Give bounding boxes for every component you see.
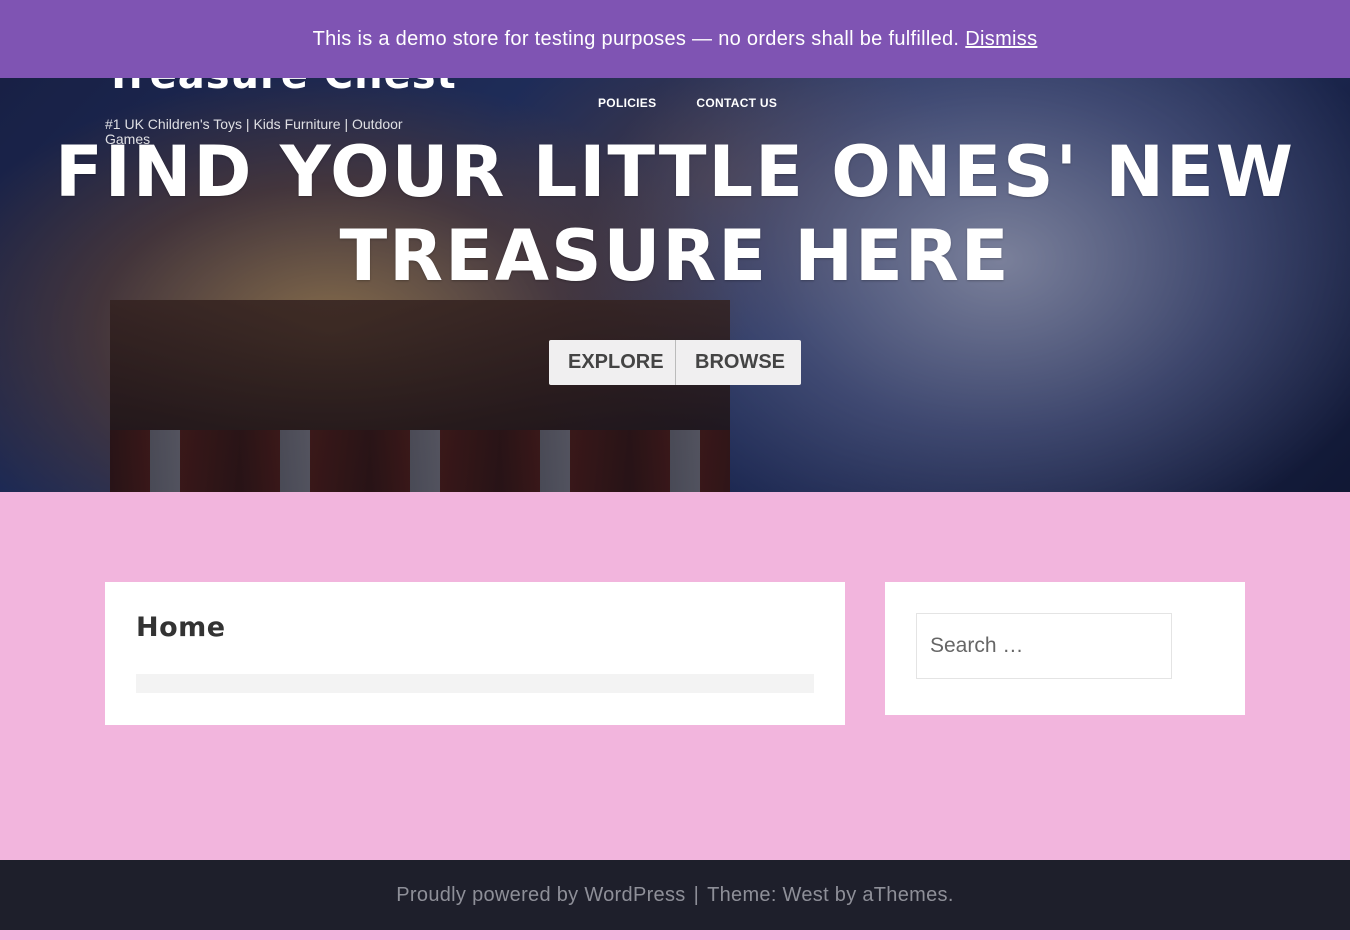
demo-notice-text: This is a demo store for testing purpose… — [312, 27, 960, 50]
main-navigation: POLICIES CONTACT US — [598, 96, 777, 110]
footer-wordpress-link[interactable]: Proudly powered by WordPress — [396, 884, 685, 907]
page-title: Home — [136, 612, 226, 643]
sidebar-search-widget — [885, 582, 1245, 715]
hero-heading: FIND YOUR LITTLE ONES' NEW TREASURE HERE — [54, 131, 1296, 297]
nav-item-contact-us[interactable]: CONTACT US — [696, 96, 777, 110]
site-footer: Proudly powered by WordPress | Theme: We… — [0, 860, 1350, 930]
demo-store-notice: This is a demo store for testing purpose… — [0, 0, 1350, 78]
hero-button-group: EXPLORE BROWSE — [549, 340, 801, 385]
main-content-card: Home — [105, 582, 845, 725]
search-input[interactable] — [916, 613, 1172, 679]
footer-separator: | — [693, 883, 700, 906]
content-placeholder-bar — [136, 674, 814, 693]
nav-item-policies[interactable]: POLICIES — [598, 96, 656, 110]
explore-button[interactable]: EXPLORE — [549, 340, 676, 385]
bottom-strip — [0, 930, 1350, 940]
footer-theme-link[interactable]: Theme: West by aThemes. — [707, 884, 954, 907]
dismiss-link[interactable]: Dismiss — [965, 28, 1037, 51]
browse-button[interactable]: BROWSE — [676, 340, 801, 385]
